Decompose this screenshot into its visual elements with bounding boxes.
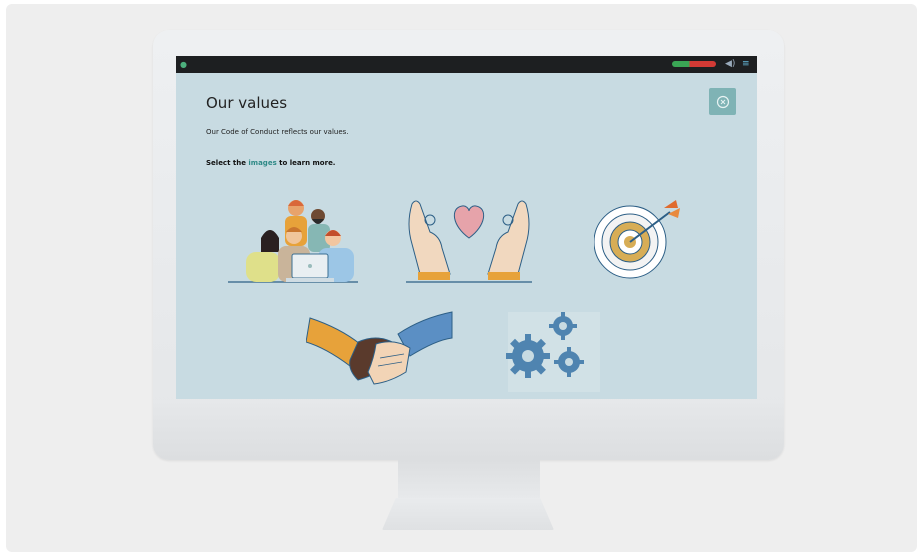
value-image-process[interactable] bbox=[494, 306, 604, 394]
hands-heart-icon bbox=[406, 200, 532, 283]
player-toolbar: ● ◀) ≡ bbox=[176, 56, 757, 73]
team-people-icon bbox=[228, 200, 358, 283]
instruction-text: Select the images to learn more. bbox=[206, 159, 335, 167]
lesson-screen: ● ◀) ≡ Our values Our Code of Conduct re… bbox=[176, 56, 757, 399]
page-title: Our values bbox=[206, 94, 288, 112]
close-circle-icon bbox=[716, 95, 729, 108]
value-image-care[interactable] bbox=[404, 196, 534, 284]
gears-icon bbox=[506, 312, 600, 392]
handshake-icon bbox=[306, 311, 453, 385]
instruction-suffix: to learn more. bbox=[279, 159, 336, 167]
intro-text: Our Code of Conduct reflects our values. bbox=[206, 128, 349, 136]
value-image-goals[interactable] bbox=[594, 196, 694, 284]
target-arrow-icon bbox=[594, 200, 680, 279]
speaker-icon[interactable]: ◀) bbox=[725, 59, 735, 69]
monitor-chin bbox=[153, 400, 784, 460]
status-dot-icon: ● bbox=[180, 60, 187, 69]
monitor-neck bbox=[398, 460, 540, 500]
monitor-foot bbox=[382, 498, 554, 530]
instruction-prefix: Select the bbox=[206, 159, 246, 167]
value-image-team[interactable] bbox=[226, 196, 361, 284]
value-image-partnership[interactable] bbox=[306, 298, 456, 390]
menu-icon[interactable]: ≡ bbox=[742, 59, 750, 69]
progress-pill-icon[interactable] bbox=[672, 61, 716, 67]
instruction-highlight: images bbox=[248, 159, 277, 167]
close-button[interactable] bbox=[709, 88, 736, 115]
